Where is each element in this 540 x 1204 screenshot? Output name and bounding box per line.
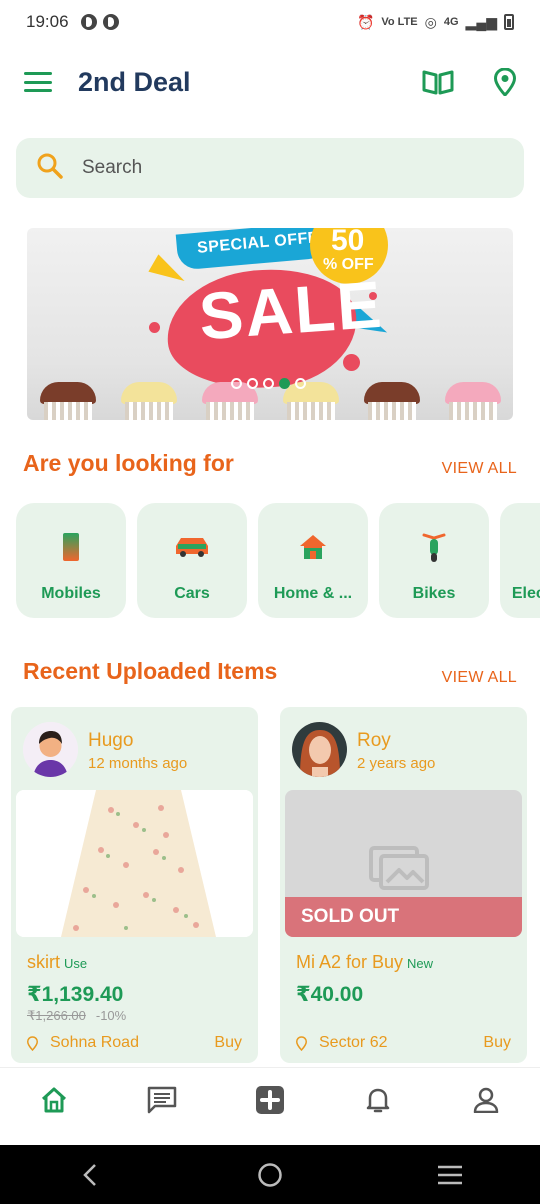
category-label: Home & ... [273,585,353,602]
carousel-dot[interactable] [295,378,306,389]
promo-banner[interactable]: SPECIAL OFFER 50 % OFF SALE [27,228,513,420]
status-time: 19:06 [26,12,69,31]
seller-name[interactable]: Hugo [88,730,133,752]
item-location-text: Sohna Road [50,1034,139,1051]
profile-icon[interactable] [456,1080,516,1120]
search-input[interactable] [82,157,482,179]
category-electronics[interactable]: Electronics [500,503,540,618]
bottom-navigation [0,1067,540,1145]
recent-view-all-link[interactable]: VIEW ALL [442,669,517,687]
item-condition: New [407,956,434,971]
category-bikes[interactable]: Bikes [379,503,489,618]
app-title: 2nd Deal [78,66,191,97]
item-location-text: Sector 62 [319,1034,388,1051]
item-name: skirt [27,952,60,972]
car-icon [175,531,209,563]
item-image[interactable]: SOLD OUT [285,790,522,937]
banner-sale-text: SALE [196,266,386,354]
banner-percent: 50 [331,228,365,257]
notification-app-icon [80,14,97,30]
book-icon[interactable] [422,69,454,95]
category-cars[interactable]: Cars [137,503,247,618]
add-icon[interactable] [240,1080,300,1120]
home-icon[interactable] [24,1080,84,1120]
menu-icon[interactable] [24,72,52,92]
category-label: Mobiles [41,585,101,602]
home-circle-icon[interactable] [240,1155,300,1195]
upload-time: 2 years ago [357,755,436,772]
recent-items-title: Recent Uploaded Items [23,658,278,684]
seller-name[interactable]: Roy [357,730,391,752]
item-old-price: ₹1,266.00 [27,1008,86,1023]
item-condition: Use [64,956,88,971]
hotspot-icon: ◎ [424,13,437,30]
looking-for-title: Are you looking for [23,450,234,476]
carousel-dot[interactable] [247,378,258,389]
item-price: ₹1,139.40 [27,983,124,1006]
item-name: Mi A2 for Buy [296,952,404,972]
status-bar: 19:06 ⏰ Vo LTE ◎ 4G ▂▄▆ [0,0,540,44]
item-price: ₹40.00 [296,983,364,1006]
carousel-indicators [231,378,306,389]
category-label: Bikes [412,585,456,602]
buy-link[interactable]: Buy [214,1034,242,1052]
search-icon [36,152,64,185]
location-pin-icon[interactable] [494,68,516,96]
home-icon [299,531,327,563]
item-location: Sector 62 [296,1034,387,1052]
categories-view-all-link[interactable]: VIEW ALL [442,460,517,478]
item-location: Sohna Road [27,1034,139,1052]
banner-decoration [343,354,360,371]
system-status-icons: ⏰ Vo LTE ◎ 4G ▂▄▆ [357,14,514,31]
app-bar: 2nd Deal [0,54,540,110]
image-placeholder-icon [369,846,429,890]
item-card[interactable]: Hugo 12 months ago skirt Use ₹1,139.40 ₹1… [11,707,258,1063]
buy-link[interactable]: Buy [483,1034,511,1052]
avatar[interactable] [23,722,78,777]
search-bar[interactable] [16,138,524,198]
system-navigation [0,1145,540,1204]
volte-icon: Vo LTE [381,16,418,28]
mobile-icon [62,531,80,563]
item-discount: -10% [95,1008,127,1023]
item-title: Mi A2 for Buy New [296,952,433,973]
notification-app-icon [102,14,119,30]
location-pin-icon [27,1035,38,1051]
item-old-price-row: ₹1,266.00 -10% [27,1008,126,1024]
battery-icon [504,14,514,30]
carousel-dot-active[interactable] [279,378,290,389]
item-title: skirt Use [27,952,87,973]
avatar[interactable] [292,722,347,777]
category-home[interactable]: Home & ... [258,503,368,618]
recents-icon[interactable] [420,1155,480,1195]
scooter-icon [422,531,446,563]
category-label: Cars [174,585,210,602]
carousel-dot[interactable] [231,378,242,389]
chat-icon[interactable] [132,1080,192,1120]
alarm-icon: ⏰ [356,13,375,30]
banner-decoration [149,322,160,333]
banner-decoration [369,292,377,300]
location-pin-icon [296,1035,307,1051]
notification-icons [80,14,119,30]
category-mobiles[interactable]: Mobiles [16,503,126,618]
signal-icon: ▂▄▆ [465,13,497,30]
item-image[interactable] [16,790,253,937]
category-label: Electronics [511,585,540,602]
back-icon[interactable] [60,1155,120,1195]
bell-icon[interactable] [348,1080,408,1120]
item-card[interactable]: Roy 2 years ago SOLD OUT Mi A2 for Buy Ne… [280,707,527,1063]
upload-time: 12 months ago [88,755,188,772]
sold-out-badge: SOLD OUT [285,897,522,937]
category-list: Mobiles Cars Home & ... Bikes Electronic… [16,503,540,619]
carousel-dot[interactable] [263,378,274,389]
network-type: 4G [443,16,459,28]
